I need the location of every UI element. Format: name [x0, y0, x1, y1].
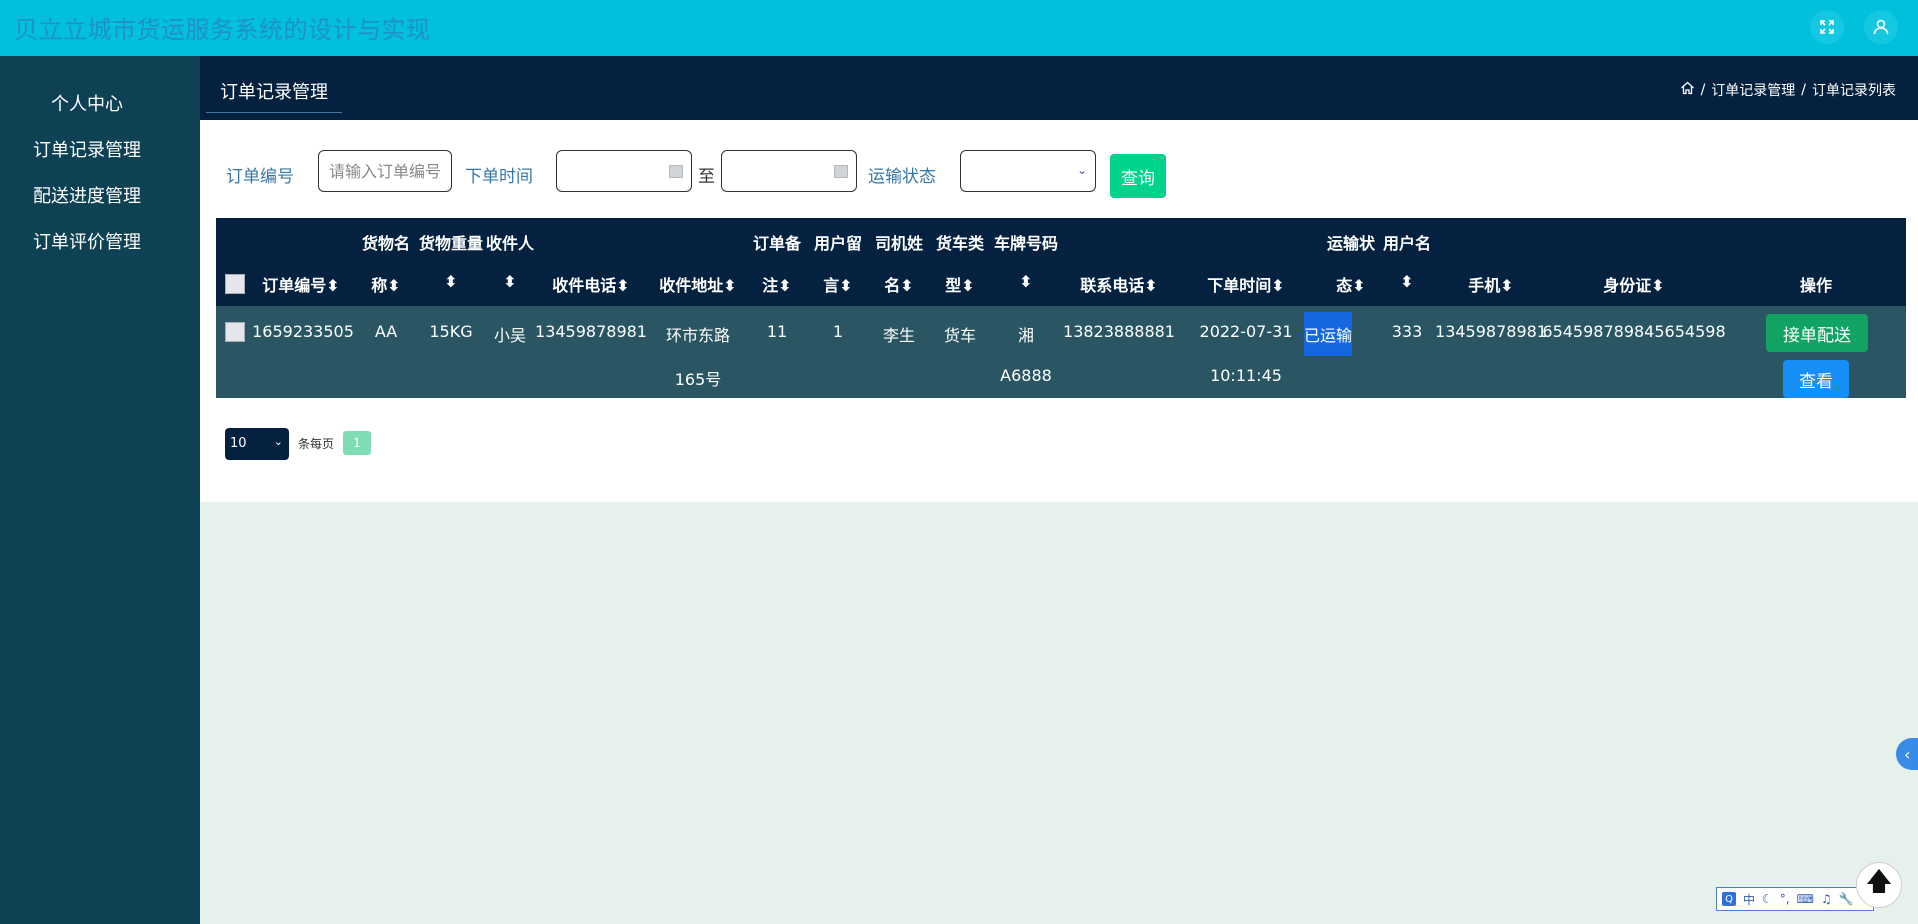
query-button[interactable]: 查询 — [1110, 154, 1166, 198]
header-driver-line1: 司机姓 — [874, 234, 924, 253]
header-truck-type-line1: 货车类 — [935, 234, 985, 253]
ime-toolbar: Q 中 ☾ °, ⌨ ♫ 🔧 — [1716, 887, 1874, 911]
select-all-checkbox[interactable] — [225, 274, 245, 294]
cell-goods-name: AA — [374, 322, 398, 341]
ime-lang-button[interactable]: 中 — [1743, 891, 1755, 908]
cell-plate-line1: 湘 — [1017, 326, 1035, 345]
header-message[interactable]: 言⬍ — [823, 272, 852, 296]
header-remark[interactable]: 注⬍ — [762, 272, 791, 296]
top-bar: 贝立立城市货运服务系统的设计与实现 — [0, 0, 1918, 56]
breadcrumb-order-records[interactable]: 订单记录管理 — [1711, 80, 1795, 100]
user-icon[interactable] — [1864, 10, 1898, 44]
status-label: 运输状态 — [868, 167, 936, 187]
chevron-down-icon: ⌄ — [1076, 163, 1087, 177]
table-header: 订单编号⬍ 货物名 称⬍ 货物重量 ⬍ 收件人 ⬍ 收件电话⬍ 收件地址⬍ 订单… — [216, 218, 1906, 306]
content-panel: 订单编号 下单时间 至 运输状态 ⌄ 查询 订单编号⬍ 货物名 称⬍ 货物重量 … — [200, 120, 1918, 502]
calendar-icon — [669, 165, 683, 178]
header-id-card[interactable]: 身份证⬍ — [1603, 272, 1664, 296]
header-address[interactable]: 收件地址⬍ — [659, 272, 736, 296]
cell-order-clock: 10:11:45 — [1210, 366, 1282, 385]
order-no-label: 订单编号 — [226, 167, 294, 187]
cell-id-card: 654598789845654598 — [1542, 322, 1726, 341]
header-truck-type[interactable]: 型⬍ — [945, 272, 974, 296]
cell-message: 1 — [832, 322, 844, 341]
ime-logo-icon[interactable]: Q — [1722, 892, 1736, 906]
breadcrumb-separator: / — [1801, 82, 1806, 98]
cell-remark: 11 — [766, 322, 788, 341]
order-time-start-input[interactable] — [556, 150, 692, 192]
main-header: 订单记录管理 / 订单记录管理 / 订单记录列表 — [200, 56, 1918, 120]
app-title: 贝立立城市货运服务系统的设计与实现 — [14, 16, 431, 44]
header-goods-name[interactable]: 称⬍ — [371, 272, 400, 296]
order-no-input[interactable] — [318, 150, 452, 192]
chevron-down-icon: ⌄ — [273, 435, 283, 448]
header-contact[interactable]: 联系电话⬍ — [1080, 272, 1157, 296]
accept-delivery-button[interactable]: 接单配送 — [1766, 314, 1868, 352]
header-receiver-sort[interactable]: ⬍ — [503, 272, 516, 291]
header-weight-line1: 货物重量 — [418, 234, 484, 253]
cell-order-date: 2022-07-31 — [1199, 322, 1293, 341]
header-username-line1: 用户名 — [1382, 234, 1432, 253]
header-plate-sort[interactable]: ⬍ — [1019, 272, 1032, 291]
sidebar-item-order-reviews[interactable]: 订单评价管理 — [0, 228, 174, 254]
per-page-label: 条每页 — [298, 437, 335, 451]
cell-contact: 13823888881 — [1063, 322, 1175, 341]
cell-address-line1: 环市东路 — [665, 326, 731, 345]
header-weight-sort[interactable]: ⬍ — [444, 272, 457, 291]
cell-username: 333 — [1391, 322, 1423, 341]
cell-driver: 李生 — [882, 326, 916, 345]
sidebar-item-order-records[interactable]: 订单记录管理 — [0, 136, 174, 162]
breadcrumb-separator: / — [1700, 82, 1706, 98]
cell-weight: 15KG — [429, 322, 473, 341]
cell-receiver: 小吴 — [493, 326, 527, 345]
breadcrumb: / 订单记录管理 / 订单记录列表 — [1680, 80, 1896, 100]
keyboard-icon[interactable]: ⌨ — [1797, 892, 1814, 906]
breadcrumb-order-list: 订单记录列表 — [1812, 83, 1896, 99]
calendar-icon — [834, 165, 848, 178]
header-message-line1: 用户留 — [813, 234, 863, 253]
cell-status: 已运输 — [1304, 312, 1352, 356]
header-order-time[interactable]: 下单时间⬍ — [1207, 272, 1284, 296]
header-plate-line1: 车牌号码 — [993, 234, 1059, 253]
to-label: 至 — [698, 167, 715, 187]
header-username-sort[interactable]: ⬍ — [1400, 272, 1413, 291]
moon-icon[interactable]: ☾ — [1762, 892, 1773, 906]
punctuation-icon[interactable]: °, — [1780, 892, 1790, 906]
cell-address-line2: 165号 — [674, 370, 722, 389]
status-select[interactable]: ⌄ — [960, 150, 1096, 192]
scroll-to-top-icon[interactable]: 🡅 — [1856, 862, 1902, 908]
header-remark-line1: 订单备 — [752, 234, 802, 253]
tab-order-records[interactable]: 订单记录管理 — [206, 78, 342, 113]
sidebar: 个人中心 订单记录管理 配送进度管理 订单评价管理 — [0, 56, 200, 924]
header-driver[interactable]: 名⬍ — [884, 272, 913, 296]
cell-plate-line2: A6888 — [1000, 366, 1052, 385]
order-time-label: 下单时间 — [465, 167, 533, 187]
header-status[interactable]: 态⬍ — [1336, 272, 1365, 296]
header-mobile[interactable]: 手机⬍ — [1468, 272, 1513, 296]
sidebar-item-personal-center[interactable]: 个人中心 — [0, 90, 174, 116]
order-time-end-input[interactable] — [721, 150, 857, 192]
fullscreen-icon[interactable] — [1810, 10, 1844, 44]
page-size-value: 10 — [230, 436, 247, 451]
header-goods-name-line1: 货物名 — [361, 234, 411, 253]
row-checkbox[interactable] — [225, 322, 245, 342]
header-order-no[interactable]: 订单编号⬍ — [262, 272, 339, 296]
page-number-1[interactable]: 1 — [343, 431, 371, 455]
header-action: 操作 — [1799, 276, 1833, 295]
header-status-line1: 运输状 — [1326, 234, 1376, 253]
tool-icon[interactable]: 🔧 — [1839, 892, 1854, 906]
header-phone[interactable]: 收件电话⬍ — [552, 272, 629, 296]
sidebar-item-delivery-progress[interactable]: 配送进度管理 — [0, 182, 174, 208]
cell-truck-type: 货车 — [943, 326, 977, 345]
view-button[interactable]: 查看 — [1783, 360, 1849, 398]
header-receiver-line1: 收件人 — [485, 234, 535, 253]
cell-phone: 13459878981 — [535, 322, 647, 341]
cell-order-no: 1659233505 — [252, 322, 354, 341]
chevron-left-icon[interactable]: ‹ — [1896, 738, 1918, 770]
home-icon[interactable] — [1680, 81, 1695, 99]
cell-mobile: 13459878981 — [1435, 322, 1547, 341]
fullwidth-icon[interactable]: ♫ — [1821, 892, 1832, 906]
page-size-select[interactable]: 10 ⌄ — [225, 428, 289, 460]
table-row: 1659233505 AA 15KG 小吴 13459878981 环市东路 1… — [216, 306, 1906, 398]
